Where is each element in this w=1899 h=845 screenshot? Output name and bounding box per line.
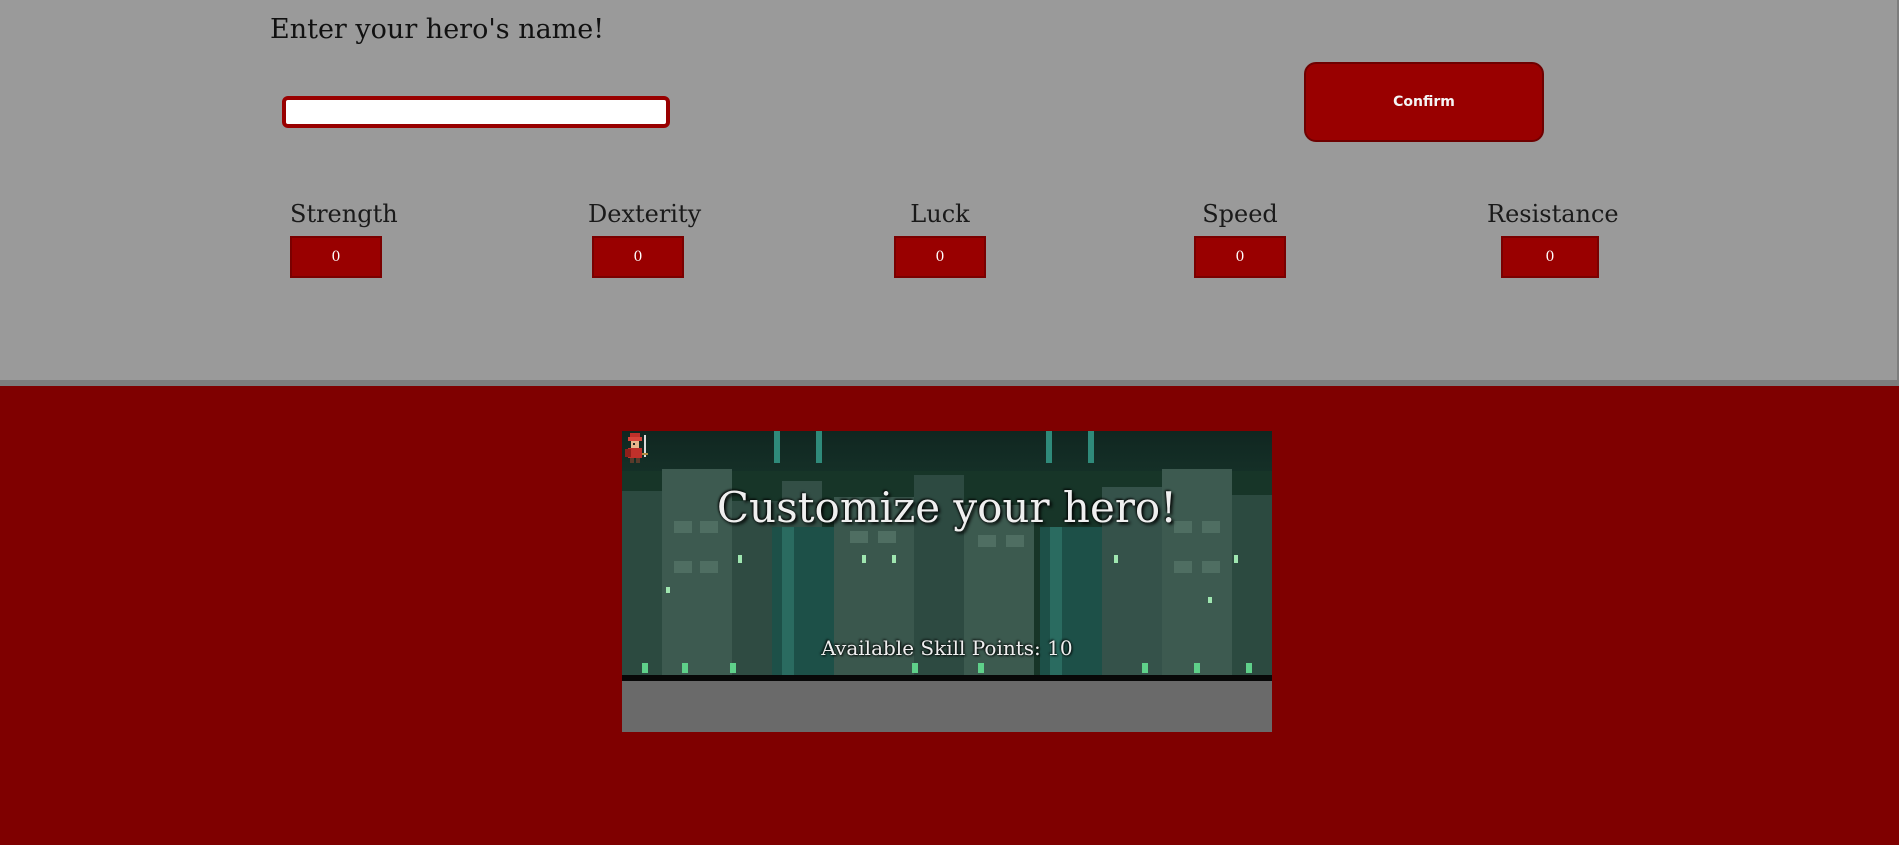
stat-luck: Luck 0 [894, 200, 986, 278]
stat-value-resistance[interactable]: 0 [1501, 236, 1599, 278]
confirm-button[interactable]: Confirm [1304, 62, 1544, 142]
character-setup-panel: Enter your hero's name! Confirm Strength… [0, 0, 1899, 386]
stat-dexterity: Dexterity 0 [588, 200, 702, 278]
banner-footer [622, 681, 1272, 732]
stat-strength: Strength 0 [290, 200, 398, 278]
stat-value-speed[interactable]: 0 [1194, 236, 1286, 278]
stat-value-luck[interactable]: 0 [894, 236, 986, 278]
name-prompt: Enter your hero's name! [270, 14, 605, 45]
stat-label-resistance: Resistance [1487, 200, 1619, 228]
stat-value-dexterity[interactable]: 0 [592, 236, 684, 278]
hero-name-input[interactable] [282, 96, 670, 128]
hero-sprite-icon [625, 433, 648, 463]
available-skill-points: Available Skill Points: 10 [821, 636, 1073, 660]
banner-title: Customize your hero! [716, 483, 1178, 532]
stat-resistance: Resistance 0 [1487, 200, 1619, 278]
stat-value-strength[interactable]: 0 [290, 236, 382, 278]
stat-speed: Speed 0 [1194, 200, 1286, 278]
stat-label-speed: Speed [1202, 200, 1278, 228]
stat-label-luck: Luck [910, 200, 970, 228]
stat-label-dexterity: Dexterity [588, 200, 702, 228]
stat-label-strength: Strength [290, 200, 398, 228]
hero-preview-banner: Customize your hero! Available Skill Poi… [622, 431, 1272, 732]
city-background-scene: Customize your hero! Available Skill Poi… [622, 431, 1272, 675]
